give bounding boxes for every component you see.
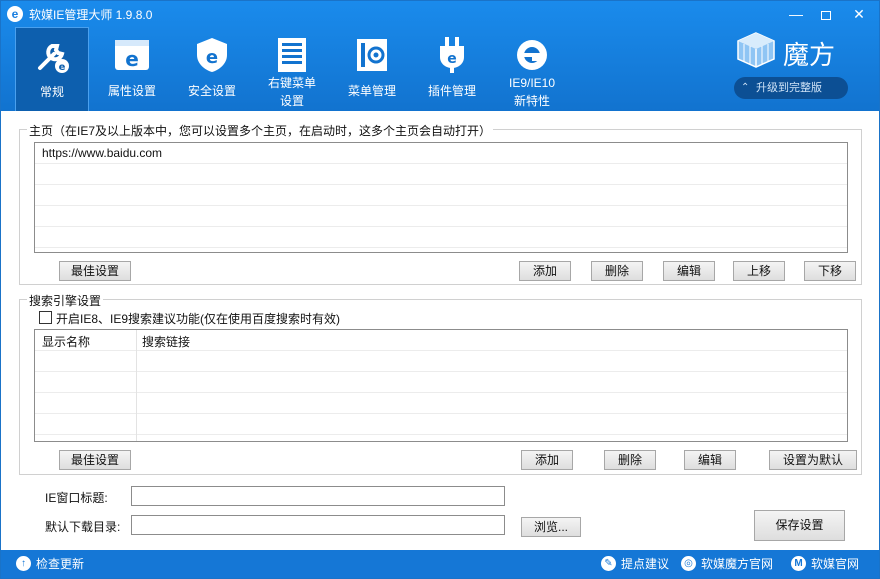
search-add-button[interactable]: 添加 [521, 450, 573, 470]
upgrade-arrow-icon: ⌃ [741, 82, 750, 93]
homepage-best-button[interactable]: 最佳设置 [59, 261, 131, 281]
table-row-empty [35, 372, 847, 393]
ie9-logo-icon [517, 40, 547, 70]
svg-text:e: e [59, 62, 66, 73]
globe-icon: ◎ [681, 556, 696, 571]
column-search-url[interactable]: 搜索链接 [142, 333, 190, 350]
save-settings-button[interactable]: 保存设置 [754, 510, 845, 541]
wrench-ie-icon: e [38, 44, 69, 73]
tab-context-menu-line2: 设置 [279, 94, 304, 108]
main-toolbar: e 常规 e 属性设置 e 安全设置 右键菜单 设置 菜单管理 e 插件管理 I… [1, 27, 721, 111]
search-suggest-checkbox[interactable] [39, 311, 52, 324]
tab-security[interactable]: e 安全设置 [177, 27, 247, 111]
set-default-button[interactable]: 设置为默认 [769, 450, 857, 470]
svg-text:e: e [125, 47, 139, 71]
homepage-delete-button[interactable]: 删除 [591, 261, 643, 281]
table-row-empty [35, 393, 847, 414]
homepage-add-button[interactable]: 添加 [519, 261, 571, 281]
tab-properties-label: 属性设置 [107, 84, 156, 98]
homepage-list-row-empty [35, 185, 847, 206]
homepage-list-row-empty [35, 164, 847, 185]
search-delete-button[interactable]: 删除 [604, 450, 656, 470]
ie-title-label: IE窗口标题: [45, 491, 108, 505]
homepage-move-up-button[interactable]: 上移 [733, 261, 785, 281]
search-table-header: 显示名称 搜索链接 [35, 330, 847, 351]
tab-general[interactable]: e 常规 [15, 27, 89, 111]
ruanmei-site-link[interactable]: 软媒官网 [811, 556, 859, 572]
download-dir-label: 默认下载目录: [45, 520, 121, 534]
search-group-title: 搜索引擎设置 [27, 292, 104, 309]
homepage-edit-button[interactable]: 编辑 [663, 261, 715, 281]
tab-context-menu-line1: 右键菜单 [267, 76, 316, 90]
update-arrow-icon: ↑ [16, 556, 31, 571]
maximize-button[interactable] [811, 3, 841, 25]
homepage-list-row-empty [35, 227, 847, 248]
tab-properties[interactable]: e 属性设置 [97, 27, 167, 111]
upgrade-button[interactable]: ⌃ 升级到完整版 [734, 77, 848, 99]
minimize-button[interactable]: — [781, 3, 811, 25]
homepage-url: https://www.baidu.com [42, 146, 163, 160]
plugin-icon: e [440, 37, 464, 73]
homepage-group-title: 主页（在IE7及以上版本中，您可以设置多个主页，在启动时，这多个主页会自动打开） [27, 122, 494, 139]
table-row-empty [35, 414, 847, 435]
cube-logo-icon [737, 32, 775, 68]
homepage-list-row[interactable]: https://www.baidu.com [35, 143, 847, 164]
search-best-button[interactable]: 最佳设置 [59, 450, 131, 470]
brand-logo[interactable]: 魔方 [731, 31, 851, 71]
pen-icon: ✎ [601, 556, 616, 571]
tab-ie9-ie10[interactable]: IE9/IE10 新特性 [497, 27, 567, 111]
ie-window-icon: e [115, 40, 149, 71]
tab-plugins[interactable]: e 插件管理 [417, 27, 487, 111]
tab-plugins-label: 插件管理 [427, 84, 476, 98]
app-window: e 软媒IE管理大师 1.9.8.0 — ✕ e 常规 e 属性设置 e 安全设… [0, 0, 880, 579]
window-title: 软媒IE管理大师 1.9.8.0 [29, 8, 153, 22]
suggest-link[interactable]: 提点建议 [621, 556, 669, 572]
ie-title-input[interactable] [131, 486, 505, 506]
ruanmei-logo-icon: M [791, 556, 806, 571]
close-button[interactable]: ✕ [844, 3, 874, 25]
search-edit-button[interactable]: 编辑 [684, 450, 736, 470]
context-menu-icon [278, 38, 306, 72]
upgrade-label: 升级到完整版 [756, 82, 822, 94]
tab-context-menu[interactable]: 右键菜单 设置 [257, 27, 327, 111]
tab-security-label: 安全设置 [187, 84, 236, 98]
table-row-empty [35, 351, 847, 372]
status-bar: ↑ 检查更新 ✎ 提点建议 ◎ 软媒魔方官网 M 软媒官网 [1, 550, 879, 578]
tab-general-label: 常规 [39, 85, 64, 99]
tab-ie9-line2: 新特性 [513, 94, 550, 108]
title-bar: e 软媒IE管理大师 1.9.8.0 — ✕ [1, 1, 879, 27]
search-engine-table[interactable]: 显示名称 搜索链接 [34, 329, 848, 442]
tab-menu-manage-label: 菜单管理 [347, 84, 396, 98]
svg-text:e: e [206, 47, 218, 68]
check-update-link[interactable]: 检查更新 [36, 556, 84, 572]
header: e 软媒IE管理大师 1.9.8.0 — ✕ e 常规 e 属性设置 e 安全设… [1, 1, 879, 111]
app-logo-icon: e [7, 6, 23, 22]
brand-name: 魔方 [783, 41, 836, 71]
download-dir-input[interactable] [131, 515, 505, 535]
svg-text:e: e [447, 51, 457, 67]
homepage-list-row-empty [35, 206, 847, 227]
tab-ie9-line1: IE9/IE10 [508, 76, 556, 90]
homepage-list[interactable]: https://www.baidu.com [34, 142, 848, 253]
browse-button[interactable]: 浏览... [521, 517, 581, 537]
cube-site-link[interactable]: 软媒魔方官网 [701, 556, 773, 572]
menu-gear-icon [357, 39, 387, 71]
search-suggest-label: 开启IE8、IE9搜索建议功能(仅在使用百度搜索时有效) [56, 312, 341, 326]
tab-menu-manage[interactable]: 菜单管理 [337, 27, 407, 111]
homepage-move-down-button[interactable]: 下移 [804, 261, 856, 281]
column-divider [136, 330, 137, 441]
ie-shield-icon: e [197, 38, 227, 72]
column-display-name[interactable]: 显示名称 [42, 333, 90, 350]
